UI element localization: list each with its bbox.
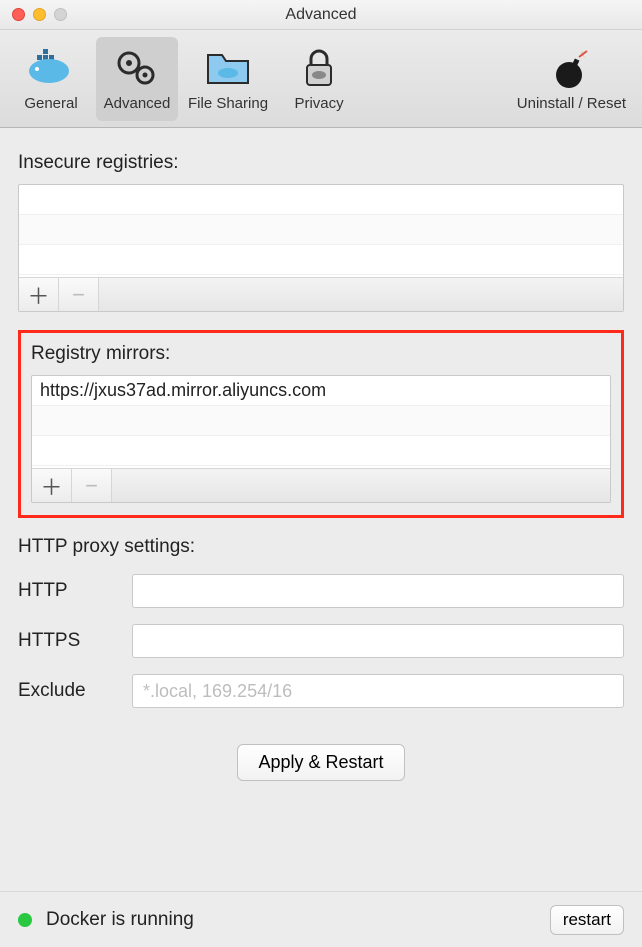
statusbar: Docker is running restart: [0, 891, 642, 947]
restart-button[interactable]: restart: [550, 905, 624, 935]
tab-general[interactable]: General: [10, 37, 92, 121]
exclude-label: Exclude: [18, 680, 118, 702]
tab-label: File Sharing: [188, 95, 268, 112]
list-item[interactable]: [19, 245, 623, 275]
window-controls: [0, 8, 67, 21]
exclude-input[interactable]: [132, 674, 624, 708]
tab-uninstall[interactable]: Uninstall / Reset: [511, 37, 632, 121]
whale-icon: [26, 47, 76, 91]
http-input[interactable]: [132, 574, 624, 608]
remove-button[interactable]: −: [72, 469, 112, 502]
https-input[interactable]: [132, 624, 624, 658]
status-indicator-icon: [18, 913, 32, 927]
remove-button[interactable]: −: [59, 278, 99, 311]
list-item[interactable]: [19, 185, 623, 215]
list-item[interactable]: [32, 436, 610, 466]
toolbar: General Advanced File Sharing: [0, 30, 642, 128]
titlebar: Advanced: [0, 0, 642, 30]
list-item[interactable]: https://jxus37ad.mirror.aliyuncs.com: [32, 376, 610, 406]
insecure-rows[interactable]: [19, 185, 623, 277]
proxy-title: HTTP proxy settings:: [18, 536, 624, 558]
apply-restart-button[interactable]: Apply & Restart: [237, 744, 404, 781]
status-text: Docker is running: [46, 909, 536, 931]
insecure-registries-list: ＋ −: [18, 184, 624, 312]
registry-mirrors-list: https://jxus37ad.mirror.aliyuncs.com ＋ −: [31, 375, 611, 503]
proxy-section: HTTP proxy settings: HTTP HTTPS Exclude: [18, 536, 624, 708]
tab-advanced[interactable]: Advanced: [96, 37, 178, 121]
insecure-list-footer: ＋ −: [19, 277, 623, 311]
registry-mirrors-label: Registry mirrors:: [31, 343, 611, 365]
mirrors-rows[interactable]: https://jxus37ad.mirror.aliyuncs.com: [32, 376, 610, 468]
tab-label: General: [24, 95, 77, 112]
tab-label: Privacy: [294, 95, 343, 112]
mirrors-list-footer: ＋ −: [32, 468, 610, 502]
insecure-registries-label: Insecure registries:: [18, 152, 624, 174]
list-item[interactable]: [32, 406, 610, 436]
tab-label: Uninstall / Reset: [517, 95, 626, 112]
http-label: HTTP: [18, 580, 118, 602]
tab-label: Advanced: [104, 95, 171, 112]
folder-icon: [203, 47, 253, 91]
registry-mirrors-section: Registry mirrors: https://jxus37ad.mirro…: [18, 330, 624, 518]
tab-file-sharing[interactable]: File Sharing: [182, 37, 274, 121]
content-area: Insecure registries: ＋ − Registry mirror…: [0, 128, 642, 891]
add-button[interactable]: ＋: [19, 278, 59, 311]
bomb-icon: [546, 47, 596, 91]
tab-privacy[interactable]: Privacy: [278, 37, 360, 121]
minimize-button[interactable]: [33, 8, 46, 21]
list-item[interactable]: [19, 215, 623, 245]
maximize-button[interactable]: [54, 8, 67, 21]
add-button[interactable]: ＋: [32, 469, 72, 502]
https-label: HTTPS: [18, 630, 118, 652]
close-button[interactable]: [12, 8, 25, 21]
lock-icon: [294, 47, 344, 91]
window-title: Advanced: [0, 6, 642, 24]
gears-icon: [112, 47, 162, 91]
